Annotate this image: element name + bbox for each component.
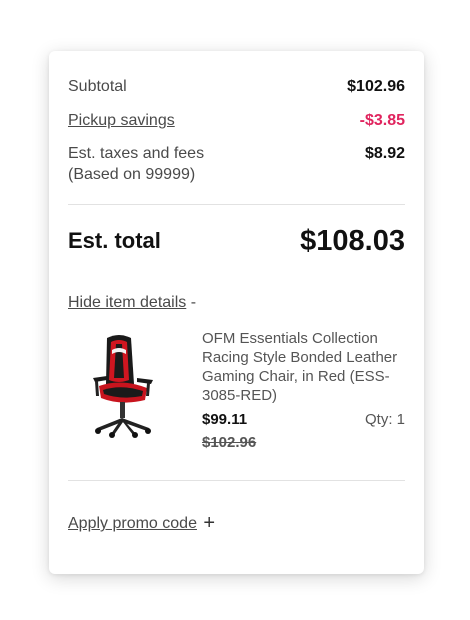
collapse-icon: - — [190, 294, 197, 311]
subtotal-row: Subtotal $102.96 — [68, 76, 405, 97]
item-quantity: Qty: 1 — [364, 411, 405, 428]
plus-icon: + — [203, 512, 216, 534]
pickup-savings-link[interactable]: Pickup savings — [68, 110, 175, 131]
item-price: $99.11 — [202, 411, 248, 428]
divider — [68, 204, 405, 205]
taxes-row: Est. taxes and fees (Based on 99999) $8.… — [68, 143, 405, 185]
order-summary-card: Subtotal $102.96 Pickup savings -$3.85 E… — [49, 51, 424, 574]
hide-item-details-toggle[interactable]: Hide item details - — [68, 292, 196, 314]
taxes-zip-note: (Based on 99999) — [68, 166, 196, 183]
item-price-row: $99.11 Qty: 1 — [202, 410, 405, 430]
subtotal-label: Subtotal — [68, 78, 127, 95]
taxes-value: $8.92 — [364, 145, 405, 162]
hide-item-details-label: Hide item details — [68, 294, 187, 311]
item-original-price: $102.96 — [202, 434, 257, 451]
taxes-label-group: Est. taxes and fees (Based on 99999) — [68, 143, 204, 185]
total-row: Est. total $108.03 — [68, 224, 405, 258]
pickup-savings-value: -$3.85 — [359, 112, 405, 129]
item-name[interactable]: OFM Essentials Collection Racing Style B… — [202, 329, 405, 405]
subtotal-value: $102.96 — [347, 78, 405, 95]
total-value: $108.03 — [300, 225, 405, 257]
apply-promo-code-label: Apply promo code — [68, 515, 197, 532]
divider — [68, 480, 405, 481]
total-label: Est. total — [68, 228, 161, 253]
apply-promo-code-link[interactable]: Apply promo code + — [68, 512, 215, 535]
gaming-chair-image — [87, 334, 159, 439]
pickup-savings-row: Pickup savings -$3.85 — [68, 110, 405, 131]
item-info: OFM Essentials Collection Racing Style B… — [202, 329, 405, 453]
taxes-label: Est. taxes and fees — [68, 145, 205, 162]
